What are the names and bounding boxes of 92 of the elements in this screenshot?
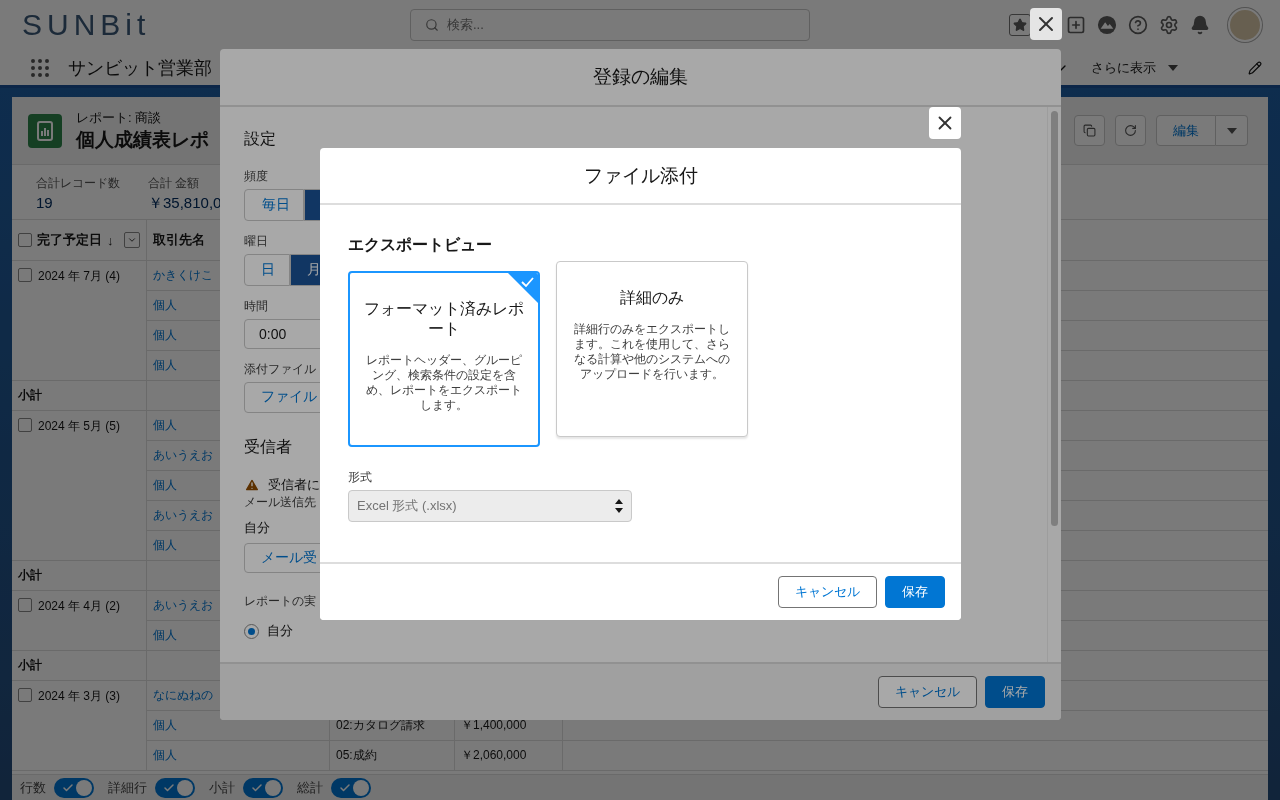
search-icon bbox=[425, 18, 439, 32]
field-label: 添付ファイル bbox=[244, 361, 316, 379]
save-button[interactable]: 保存 bbox=[985, 676, 1045, 708]
dialog-title: 登録の編集 bbox=[220, 49, 1061, 107]
refresh-button[interactable] bbox=[1115, 115, 1146, 146]
caret-icon bbox=[1168, 64, 1178, 71]
close-button[interactable] bbox=[1030, 8, 1062, 40]
warning-icon bbox=[244, 476, 260, 493]
caret-icon bbox=[1226, 127, 1237, 134]
report-icon bbox=[28, 113, 62, 148]
check-icon bbox=[62, 781, 74, 794]
option-title: フォーマット済みレポート bbox=[363, 299, 525, 339]
refresh-icon bbox=[1124, 124, 1137, 137]
view-option-card[interactable]: フォーマット済みレポート レポートヘッダー、グルーピング、検索条件の設定を含め、レポートをエクスポートします。 bbox=[348, 271, 540, 447]
cancel-button[interactable]: キャンセル bbox=[878, 676, 977, 708]
close-button[interactable] bbox=[929, 107, 961, 139]
toggle-switch[interactable] bbox=[243, 777, 283, 798]
option-description: 詳細行のみをエクスポートします。これを使用して、さらなる計算や他のシステムへのアップロードを行います。 bbox=[573, 322, 731, 382]
subtotal-cell: 小計 bbox=[12, 381, 147, 411]
stat-label: 合計レコード数 bbox=[36, 175, 120, 192]
add-icon[interactable] bbox=[1066, 15, 1086, 35]
field-value: 自分 bbox=[244, 518, 270, 537]
logo: SUNBit bbox=[22, 8, 152, 42]
pencil-icon[interactable] bbox=[1248, 60, 1262, 75]
column-header[interactable]: 完了予定日 ↓ bbox=[12, 220, 147, 261]
field-label: 形式 bbox=[348, 469, 372, 486]
subtotal-cell: 小計 bbox=[12, 651, 147, 681]
field-label: メール送信先 bbox=[244, 493, 316, 511]
table-cell: ￥2,060,000 bbox=[455, 741, 563, 771]
sort-arrow: ↓ bbox=[107, 232, 114, 248]
star-icon bbox=[1013, 18, 1027, 32]
stat-value: ￥35,810,0 bbox=[148, 194, 222, 213]
segment-button[interactable]: 日 bbox=[244, 254, 290, 286]
checkbox[interactable] bbox=[18, 598, 32, 612]
group-cell: 2024 年 4月 (2) bbox=[12, 591, 147, 651]
dropdown-button[interactable] bbox=[1216, 115, 1248, 146]
mountain-icon[interactable] bbox=[1097, 15, 1117, 35]
toggle-label: 行数 bbox=[20, 778, 46, 797]
avatar[interactable] bbox=[1228, 8, 1262, 42]
subtotal-cell: 小計 bbox=[12, 561, 147, 591]
up-down-arrows-icon bbox=[615, 499, 623, 513]
scrollbar[interactable] bbox=[1047, 107, 1061, 662]
section-heading: 受信者 bbox=[244, 436, 292, 457]
object-label: レポート: 商談 bbox=[76, 108, 163, 127]
more-tab[interactable]: さらに表示 bbox=[1079, 58, 1238, 77]
group-cell: 2024 年 7月 (4) bbox=[12, 261, 147, 381]
toggle-label: 総計 bbox=[297, 778, 323, 797]
radio-button[interactable] bbox=[244, 623, 259, 639]
section-heading: 設定 bbox=[244, 129, 276, 149]
cancel-button[interactable]: キャンセル bbox=[778, 576, 877, 608]
help-icon[interactable] bbox=[1128, 15, 1148, 35]
app-name: サンビット営業部 bbox=[68, 56, 212, 80]
field-label: レポートの実 bbox=[244, 593, 316, 610]
checkbox[interactable] bbox=[18, 233, 32, 247]
segment-button[interactable]: 毎日 bbox=[244, 189, 304, 221]
toggle-switch[interactable] bbox=[155, 777, 195, 798]
check-icon bbox=[339, 781, 351, 794]
group-cell: 2024 年 5月 (5) bbox=[12, 411, 147, 561]
report-title: 個人成績表レポ bbox=[76, 127, 209, 152]
option-description: レポートヘッダー、グルーピング、検索条件の設定を含め、レポートをエクスポートします。 bbox=[365, 353, 523, 413]
toggle-label: 小計 bbox=[209, 778, 235, 797]
dropdown-button[interactable] bbox=[124, 232, 140, 248]
toggle-label: 詳細行 bbox=[108, 778, 147, 797]
copy-button[interactable] bbox=[1074, 115, 1105, 146]
warning-text: 受信者に bbox=[268, 475, 320, 494]
field-label: 頻度 bbox=[244, 168, 268, 185]
table-cell: 05:成約 bbox=[330, 741, 455, 771]
checkbox[interactable] bbox=[18, 418, 32, 432]
check-icon bbox=[508, 273, 538, 303]
search-field[interactable]: 検索... bbox=[410, 9, 810, 41]
section-heading: エクスポートビュー bbox=[348, 235, 492, 255]
field-label: 時間 bbox=[244, 298, 268, 315]
settings-icon[interactable] bbox=[1159, 15, 1179, 35]
save-button[interactable]: 保存 bbox=[885, 576, 945, 608]
check-icon bbox=[163, 781, 175, 794]
bell-icon[interactable] bbox=[1190, 15, 1210, 35]
group-cell: 2024 年 3月 (3) bbox=[12, 681, 147, 771]
stat-value: 19 bbox=[36, 194, 54, 211]
toggle-switch[interactable] bbox=[54, 777, 94, 798]
edit-button[interactable]: 編集 bbox=[1156, 115, 1216, 146]
account-link[interactable]: 個人 bbox=[147, 741, 330, 771]
stat-label: 合計 金額 bbox=[148, 175, 201, 192]
check-icon bbox=[251, 781, 263, 794]
checkbox[interactable] bbox=[18, 268, 32, 282]
copy-icon bbox=[1083, 124, 1096, 137]
field-label: 曜日 bbox=[244, 233, 268, 250]
toggle-switch[interactable] bbox=[331, 777, 371, 798]
option-title: 詳細のみ bbox=[620, 288, 684, 308]
dialog-title: ファイル添付 bbox=[320, 148, 961, 205]
radio-label: 自分 bbox=[267, 622, 293, 640]
checkbox[interactable] bbox=[18, 688, 32, 702]
view-option-card[interactable]: 詳細のみ 詳細行のみをエクスポートします。これを使用して、さらなる計算や他のシステムへのアップロードを行います。 bbox=[556, 261, 748, 437]
